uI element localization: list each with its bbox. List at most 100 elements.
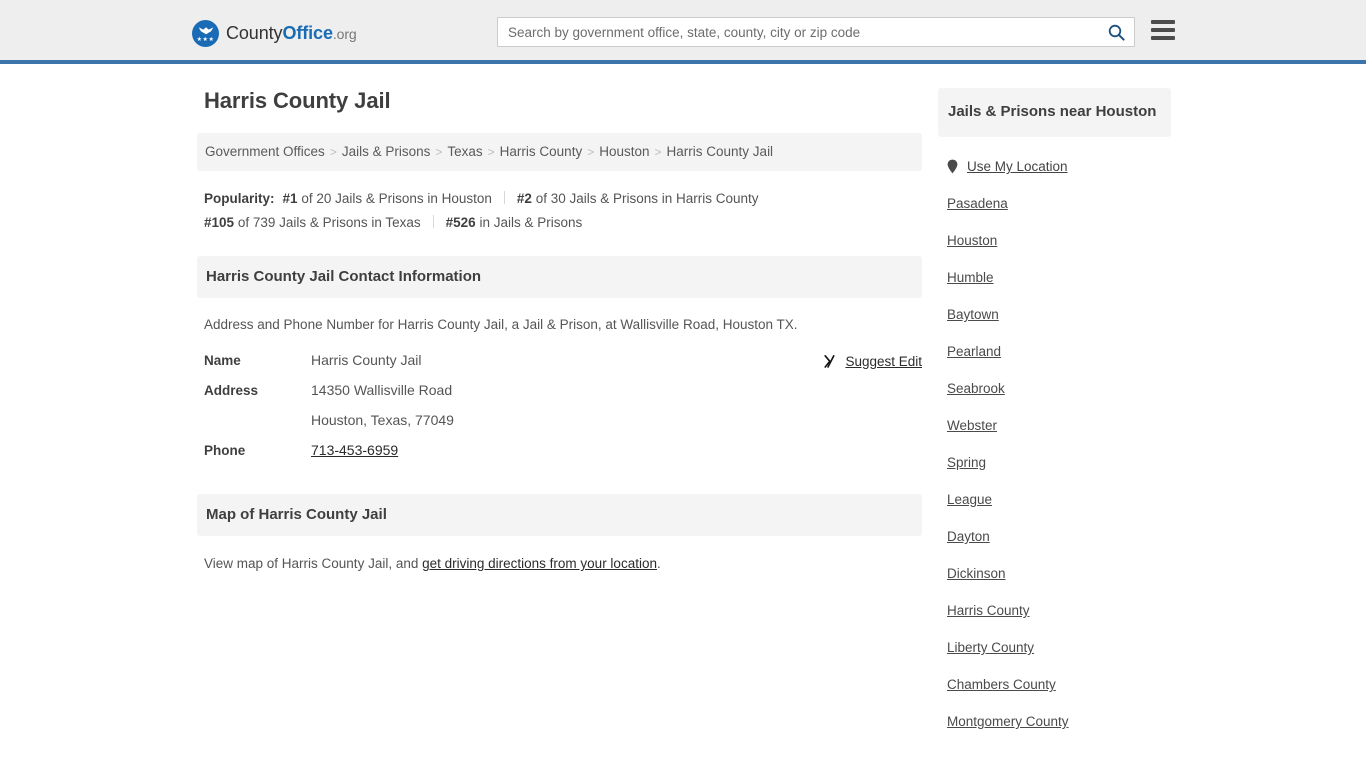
edit-pencil-icon [824, 355, 836, 368]
sidebar-item-dickinson[interactable]: Dickinson [947, 566, 1006, 581]
list-item: Pearland [947, 343, 1171, 361]
map-text-after: . [656, 556, 661, 571]
list-item: Seabrook [947, 380, 1171, 398]
sidebar-item-liberty-county[interactable]: Liberty County [947, 640, 1034, 655]
site-logo[interactable]: ★★★ CountyOffice.org [192, 19, 357, 47]
popularity-rank-3: #105 [204, 215, 235, 230]
map-description: View map of Harris County Jail, and get … [197, 536, 922, 574]
info-value-address-line1: 14350 Wallisville Road [311, 382, 453, 398]
popularity-item-3: #105 of 739 Jails & Prisons in Texas [204, 215, 421, 230]
breadcrumb-item-jails-prisons[interactable]: Jails & Prisons [342, 144, 431, 159]
hamburger-menu-icon[interactable] [1151, 19, 1175, 41]
map-text-before: View map of Harris County Jail, and [204, 556, 423, 571]
sidebar-item-pearland[interactable]: Pearland [947, 344, 1001, 359]
sidebar-item-spring[interactable]: Spring [947, 455, 986, 470]
breadcrumb-separator: > [654, 145, 662, 159]
breadcrumb-item-government-offices[interactable]: Government Offices [205, 144, 325, 159]
breadcrumb-separator: > [487, 145, 495, 159]
list-item: Pasadena [947, 195, 1171, 213]
suggest-edit-button[interactable]: Suggest Edit [823, 354, 922, 369]
contact-section-header: Harris County Jail Contact Information [197, 256, 922, 298]
sidebar-item-seabrook[interactable]: Seabrook [947, 381, 1005, 396]
sidebar-heading: Jails & Prisons near Houston [938, 88, 1171, 137]
logo-wordmark: CountyOffice.org [226, 23, 357, 44]
main-content: Harris County Jail Government Offices > Ja… [197, 88, 922, 574]
driving-directions-link[interactable]: get driving directions from your locatio… [422, 556, 657, 571]
sidebar-item-league[interactable]: League [947, 492, 992, 507]
logo-eagle-icon: ★★★ [192, 19, 219, 47]
search-button[interactable] [1098, 18, 1134, 46]
sidebar: Jails & Prisons near Houston Use My Loca… [938, 88, 1171, 731]
list-item: Liberty County [947, 639, 1171, 657]
popularity-label: Popularity: [204, 191, 275, 206]
list-item: Houston [947, 232, 1171, 250]
info-row-phone: Phone 713-453-6959 [204, 442, 922, 472]
sidebar-item-harris-county[interactable]: Harris County [947, 603, 1030, 618]
popularity-item-1: #1 of 20 Jails & Prisons in Houston [283, 191, 492, 206]
info-value-phone: 713-453-6959 [311, 442, 398, 458]
sidebar-item-humble[interactable]: Humble [947, 270, 994, 285]
popularity-text-1: of 20 Jails & Prisons in Houston [301, 191, 492, 206]
popularity-rank-4: #526 [445, 215, 476, 230]
list-item: Montgomery County [947, 713, 1171, 731]
contact-description: Address and Phone Number for Harris Coun… [204, 317, 798, 332]
sidebar-item-pasadena[interactable]: Pasadena [947, 196, 1008, 211]
popularity-text-3: of 739 Jails & Prisons in Texas [237, 215, 421, 230]
map-pin-icon [947, 159, 958, 174]
logo-stars: ★★★ [196, 36, 215, 43]
hamburger-bar-3 [1151, 36, 1175, 40]
use-my-location-button[interactable]: Use My Location [938, 159, 1171, 174]
sidebar-item-houston[interactable]: Houston [947, 233, 997, 248]
breadcrumb-item-current: Harris County Jail [666, 144, 774, 159]
info-row-address-line2: Houston, Texas, 77049 [204, 412, 922, 442]
search-icon [1108, 24, 1125, 41]
map-section-header: Map of Harris County Jail [197, 494, 922, 536]
info-row-name: Name Harris County Jail [204, 352, 922, 382]
sidebar-item-dayton[interactable]: Dayton [947, 529, 990, 544]
list-item: Humble [947, 269, 1171, 287]
search-input[interactable] [498, 18, 1098, 46]
nearby-list: Pasadena Houston Humble Baytown Pearland… [938, 195, 1171, 731]
logo-text-org: .org [332, 25, 357, 42]
sidebar-item-webster[interactable]: Webster [947, 418, 997, 433]
info-key-phone: Phone [204, 443, 246, 458]
list-item: Dayton [947, 528, 1171, 546]
site-header: ★★★ CountyOffice.org [0, 0, 1366, 64]
popularity-divider [503, 191, 505, 204]
phone-link[interactable]: 713-453-6959 [311, 442, 398, 458]
sidebar-item-chambers-county[interactable]: Chambers County [947, 677, 1056, 692]
breadcrumb-separator: > [435, 145, 443, 159]
breadcrumb-item-houston[interactable]: Houston [599, 144, 649, 159]
popularity-row-2: #105 of 739 Jails & Prisons in Texas #526… [197, 211, 922, 234]
popularity-text-2: of 30 Jails & Prisons in Harris County [535, 191, 759, 206]
info-value-name: Harris County Jail [311, 352, 422, 368]
contact-info-table: Suggest Edit Name Harris County Jail Add… [197, 352, 922, 472]
popularity-rank-1: #1 [282, 191, 298, 206]
info-value-address-line2: Houston, Texas, 77049 [311, 412, 454, 428]
info-key-address: Address [204, 383, 259, 398]
list-item: Harris County [947, 602, 1171, 620]
page-title: Harris County Jail [204, 88, 391, 113]
list-item: Webster [947, 417, 1171, 435]
info-row-address: Address 14350 Wallisville Road [204, 382, 922, 412]
search-bar[interactable] [497, 17, 1135, 47]
hamburger-bar-2 [1151, 28, 1175, 32]
breadcrumb-separator: > [329, 145, 337, 159]
popularity-row-1: Popularity: #1 of 20 Jails & Prisons in H… [197, 187, 922, 210]
popularity-item-2: #2 of 30 Jails & Prisons in Harris Count… [517, 191, 759, 206]
sidebar-item-baytown[interactable]: Baytown [947, 307, 999, 322]
popularity-item-4: #526 in Jails & Prisons [446, 215, 583, 230]
logo-text-office: Office [282, 22, 333, 43]
popularity-divider [432, 215, 434, 228]
sidebar-item-montgomery-county[interactable]: Montgomery County [947, 714, 1069, 729]
list-item: League [947, 491, 1171, 509]
list-item: Chambers County [947, 676, 1171, 694]
suggest-edit-label: Suggest Edit [845, 354, 922, 369]
popularity-rank-2: #2 [516, 191, 532, 206]
eagle-glyph-icon [198, 26, 213, 34]
breadcrumb-item-harris-county[interactable]: Harris County [500, 144, 583, 159]
breadcrumb: Government Offices > Jails & Prisons > Texas… [197, 133, 922, 171]
use-my-location-label: Use My Location [967, 159, 1068, 174]
hamburger-bar-1 [1151, 20, 1175, 24]
breadcrumb-item-texas[interactable]: Texas [447, 144, 482, 159]
